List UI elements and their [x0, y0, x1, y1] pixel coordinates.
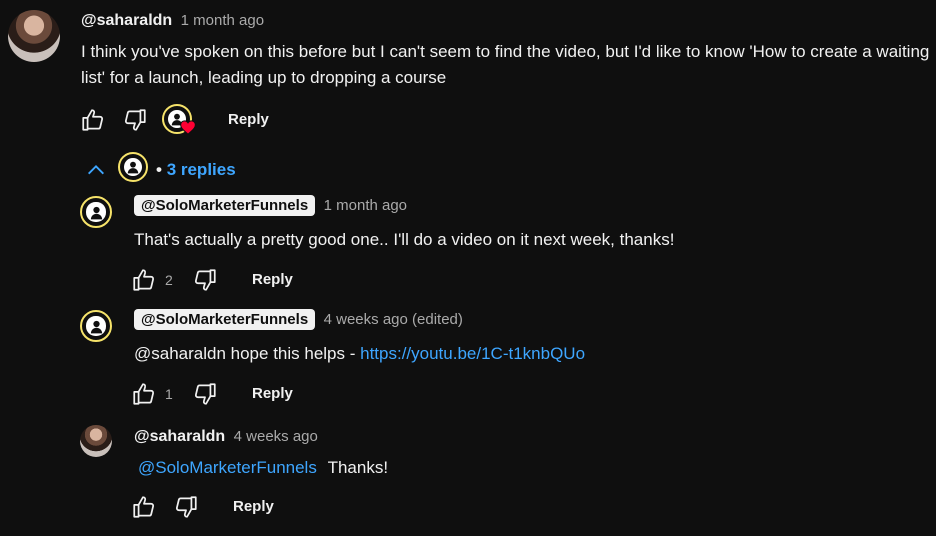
replies-count-label[interactable]: 3 replies	[167, 160, 236, 179]
reply-avatar[interactable]	[80, 196, 112, 228]
reply-text: @SoloMarketerFunnels Thanks!	[138, 455, 918, 481]
like-count: 1	[165, 386, 173, 402]
reply-text: That's actually a pretty good one.. I'll…	[134, 230, 675, 249]
reply-button[interactable]: Reply	[252, 385, 293, 402]
reply-text-suffix: Thanks!	[327, 458, 389, 477]
reply-header: @SoloMarketerFunnels 4 weeks ago (edited…	[134, 309, 463, 330]
dislike-icon[interactable]	[122, 107, 148, 138]
like-icon[interactable]	[131, 381, 157, 412]
like-icon[interactable]	[131, 267, 157, 298]
creator-author-chip[interactable]: @SoloMarketerFunnels	[134, 195, 316, 216]
reply-text-prefix: @saharaldn hope this helps -	[134, 344, 361, 363]
reply-button[interactable]: Reply	[228, 111, 269, 128]
comment-author[interactable]: @saharaldn	[81, 12, 172, 29]
creator-avatar-small	[118, 152, 148, 182]
like-icon[interactable]	[80, 107, 106, 138]
avatar-icon	[86, 316, 106, 336]
dislike-icon[interactable]	[192, 267, 218, 298]
reply-time[interactable]: 1 month ago	[324, 197, 407, 214]
reply-header: @SoloMarketerFunnels 1 month ago	[134, 195, 407, 216]
reply-author[interactable]: @saharaldn	[134, 428, 225, 445]
like-icon[interactable]	[131, 494, 157, 525]
mention-link[interactable]: @SoloMarketerFunnels	[138, 458, 317, 477]
reply-avatar[interactable]	[80, 310, 112, 342]
avatar-icon	[124, 158, 142, 176]
avatar-icon	[86, 202, 106, 222]
comment-time[interactable]: 1 month ago	[181, 12, 264, 29]
reply-avatar[interactable]	[80, 425, 112, 457]
dislike-icon[interactable]	[173, 494, 199, 525]
video-link[interactable]: https://youtu.be/1C-t1knbQUo	[360, 344, 585, 363]
replies-toggle[interactable]: • 3 replies	[156, 160, 236, 180]
comment-text: I think you've spoken on this before but…	[81, 42, 930, 87]
heart-icon	[180, 120, 196, 140]
dislike-icon[interactable]	[192, 381, 218, 412]
bullet: •	[156, 160, 162, 179]
reply-time[interactable]: 4 weeks ago	[234, 428, 318, 445]
creator-author-chip[interactable]: @SoloMarketerFunnels	[134, 309, 316, 330]
reply-time[interactable]: 4 weeks ago (edited)	[324, 311, 463, 328]
avatar[interactable]	[8, 10, 60, 62]
reply-header: @saharaldn 4 weeks ago	[134, 428, 318, 446]
comment-header: @saharaldn 1 month ago	[81, 12, 264, 30]
reply-button[interactable]: Reply	[252, 271, 293, 288]
reply-text: @saharaldn hope this helps - https://you…	[134, 341, 914, 367]
like-count: 2	[165, 272, 173, 288]
reply-button[interactable]: Reply	[233, 498, 274, 515]
chevron-up-icon[interactable]	[85, 160, 107, 185]
